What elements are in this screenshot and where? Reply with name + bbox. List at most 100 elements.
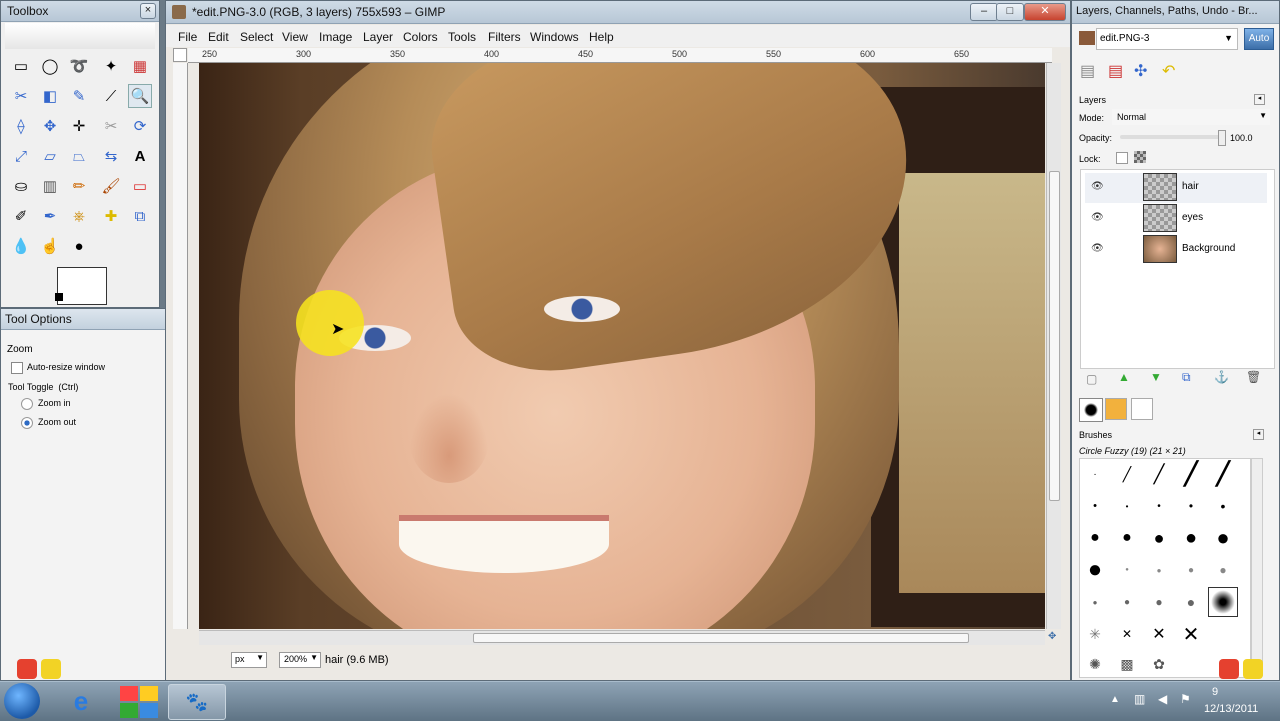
layer-row[interactable]: 👁 hair bbox=[1085, 173, 1267, 203]
brush-swatch-selected[interactable] bbox=[1208, 587, 1238, 617]
rect-select-tool-icon[interactable]: ▭ bbox=[9, 54, 33, 78]
brush-swatch[interactable]: ╱ bbox=[1208, 459, 1238, 489]
duplicate-layer-icon[interactable]: ⧉ bbox=[1182, 370, 1191, 385]
crop-tool-icon[interactable]: ✂ bbox=[99, 114, 123, 138]
default-colors-icon[interactable] bbox=[55, 293, 63, 301]
text-tool-icon[interactable]: A bbox=[128, 144, 152, 168]
opacity-slider-handle[interactable] bbox=[1218, 130, 1226, 146]
brush-swatch[interactable]: · bbox=[1080, 459, 1110, 489]
brush-swatch[interactable]: ╱ bbox=[1112, 459, 1142, 489]
eye-icon[interactable]: 👁 bbox=[1091, 243, 1105, 254]
paths-tab-icon[interactable]: ✣ bbox=[1134, 61, 1156, 83]
menu-layer[interactable]: Layer bbox=[363, 30, 393, 44]
brush-swatch[interactable]: ╱ bbox=[1176, 459, 1206, 489]
menu-help[interactable]: Help bbox=[589, 30, 614, 44]
menu-select[interactable]: Select bbox=[240, 30, 273, 44]
delete-layer-icon[interactable]: 🗑 bbox=[1246, 370, 1261, 384]
horizontal-ruler[interactable]: 250 300 350 400 450 500 550 600 650 bbox=[188, 48, 1052, 63]
menu-view[interactable]: View bbox=[282, 30, 308, 44]
opacity-value[interactable]: 100.0 bbox=[1230, 133, 1253, 143]
close-button[interactable]: ✕ bbox=[1024, 3, 1066, 21]
flip-tool-icon[interactable]: ⇆ bbox=[99, 144, 123, 168]
perspective-tool-icon[interactable]: ⏢ bbox=[67, 144, 91, 168]
brush-swatch[interactable]: ✕ bbox=[1144, 619, 1174, 649]
eye-icon[interactable]: 👁 bbox=[1091, 181, 1105, 192]
gimp-taskbar-button[interactable]: 🐾 bbox=[168, 684, 226, 720]
perspective-clone-tool-icon[interactable]: ⧉ bbox=[128, 204, 152, 228]
clone-tool-icon[interactable]: ⎈ bbox=[67, 204, 91, 228]
brush-swatch[interactable]: • bbox=[1144, 491, 1174, 521]
brush-swatch[interactable]: ✺ bbox=[1080, 649, 1110, 677]
image-titlebar[interactable]: *edit.PNG-3.0 (RGB, 3 layers) 755x593 – … bbox=[166, 1, 1070, 24]
vertical-scroll-thumb[interactable] bbox=[1049, 171, 1060, 501]
unit-select[interactable]: px ▼ bbox=[231, 652, 267, 668]
vertical-scrollbar[interactable] bbox=[1046, 63, 1061, 629]
save-options-icon[interactable] bbox=[41, 659, 61, 679]
dodge-burn-tool-icon[interactable]: ● bbox=[67, 234, 91, 258]
pencil-tool-icon[interactable]: ✏ bbox=[67, 174, 91, 198]
reset-icon[interactable] bbox=[17, 659, 37, 679]
foreground-select-tool-icon[interactable]: ◧ bbox=[38, 84, 62, 108]
measure-tool-icon[interactable]: ⟠ bbox=[9, 114, 33, 138]
brush-swatch[interactable]: ● bbox=[1144, 523, 1174, 553]
brush-swatch[interactable]: ✕ bbox=[1112, 619, 1142, 649]
menu-windows[interactable]: Windows bbox=[530, 30, 579, 44]
brush-swatch[interactable]: • bbox=[1176, 491, 1206, 521]
image-select[interactable]: edit.PNG-3 ▼ bbox=[1096, 28, 1238, 50]
lock-alpha-icon[interactable] bbox=[1134, 151, 1146, 163]
layer-row[interactable]: 👁 eyes bbox=[1085, 204, 1267, 234]
fuzzy-select-tool-icon[interactable]: ✦ bbox=[99, 54, 123, 78]
layers-tab-icon[interactable]: ▤ bbox=[1080, 61, 1102, 83]
menu-tools[interactable]: Tools bbox=[448, 30, 476, 44]
brush-swatch[interactable]: ● bbox=[1208, 523, 1238, 553]
ellipse-select-tool-icon[interactable]: ◯ bbox=[38, 54, 62, 78]
anchor-layer-icon[interactable]: ⚓ bbox=[1214, 370, 1229, 384]
brush-swatch[interactable]: ● bbox=[1080, 523, 1110, 553]
mode-select[interactable]: Normal ▼ bbox=[1112, 109, 1270, 125]
blend-tool-icon[interactable]: ▥ bbox=[38, 174, 62, 198]
scissors-tool-icon[interactable]: ✂ bbox=[9, 84, 33, 108]
image-canvas[interactable]: ➤ bbox=[199, 63, 1045, 629]
eraser-tool-icon[interactable]: ▭ bbox=[128, 174, 152, 198]
menu-colors[interactable]: Colors bbox=[403, 30, 438, 44]
brush-swatch[interactable]: ✳ bbox=[1080, 619, 1110, 649]
menu-image[interactable]: Image bbox=[319, 30, 352, 44]
scale-tool-icon[interactable]: ⤢ bbox=[9, 144, 33, 168]
eye-icon[interactable]: 👁 bbox=[1091, 212, 1105, 223]
raise-layer-icon[interactable]: ▲ bbox=[1118, 370, 1130, 384]
brush-swatch[interactable]: • bbox=[1208, 491, 1238, 521]
brushes-panel-menu-icon[interactable]: ◂ bbox=[1253, 429, 1264, 440]
new-layer-icon[interactable]: ▢ bbox=[1086, 372, 1097, 386]
color-picker-tool-icon[interactable]: ⟋ bbox=[99, 84, 123, 108]
navigate-icon[interactable]: ✥ bbox=[1048, 631, 1056, 642]
bucket-fill-tool-icon[interactable]: ⛀ bbox=[9, 174, 33, 198]
brush-swatch[interactable]: ✿ bbox=[1144, 649, 1174, 677]
dock-titlebar[interactable]: Layers, Channels, Paths, Undo - Br... bbox=[1072, 1, 1279, 24]
menu-filters[interactable]: Filters bbox=[488, 30, 521, 44]
brush-swatch[interactable]: ● bbox=[1208, 555, 1238, 585]
ink-tool-icon[interactable]: ✒ bbox=[38, 204, 62, 228]
brush-swatch[interactable]: ● bbox=[1112, 555, 1142, 585]
align-tool-icon[interactable]: ✛ bbox=[67, 114, 91, 138]
free-select-tool-icon[interactable]: ➰ bbox=[67, 54, 91, 78]
brushes-scrollbar[interactable] bbox=[1251, 458, 1263, 676]
brush-swatch[interactable]: ✕ bbox=[1176, 619, 1206, 649]
tray-network-icon[interactable]: ▥ bbox=[1134, 692, 1145, 706]
foreground-color-swatch[interactable] bbox=[57, 267, 107, 305]
start-button[interactable] bbox=[4, 683, 40, 719]
smudge-tool-icon[interactable]: ☝ bbox=[38, 234, 62, 258]
layer-row[interactable]: 👁 Background bbox=[1085, 235, 1267, 265]
tray-show-hidden-icon[interactable]: ▲ bbox=[1110, 694, 1120, 705]
blur-tool-icon[interactable]: 💧 bbox=[9, 234, 33, 258]
zoom-out-radio[interactable] bbox=[21, 417, 33, 429]
channels-tab-icon[interactable]: ▤ bbox=[1108, 61, 1130, 83]
panel-menu-icon[interactable]: ◂ bbox=[1254, 94, 1265, 105]
menu-file[interactable]: File bbox=[178, 30, 197, 44]
airbrush-tool-icon[interactable]: ✐ bbox=[9, 204, 33, 228]
brush-swatch[interactable]: ● bbox=[1112, 587, 1142, 617]
zoom-select[interactable]: 200% ▼ bbox=[279, 652, 321, 668]
brush-swatch[interactable]: ● bbox=[1144, 587, 1174, 617]
opacity-slider[interactable] bbox=[1120, 135, 1220, 139]
horizontal-scrollbar[interactable] bbox=[199, 630, 1045, 645]
internet-explorer-icon[interactable]: e bbox=[62, 686, 100, 718]
